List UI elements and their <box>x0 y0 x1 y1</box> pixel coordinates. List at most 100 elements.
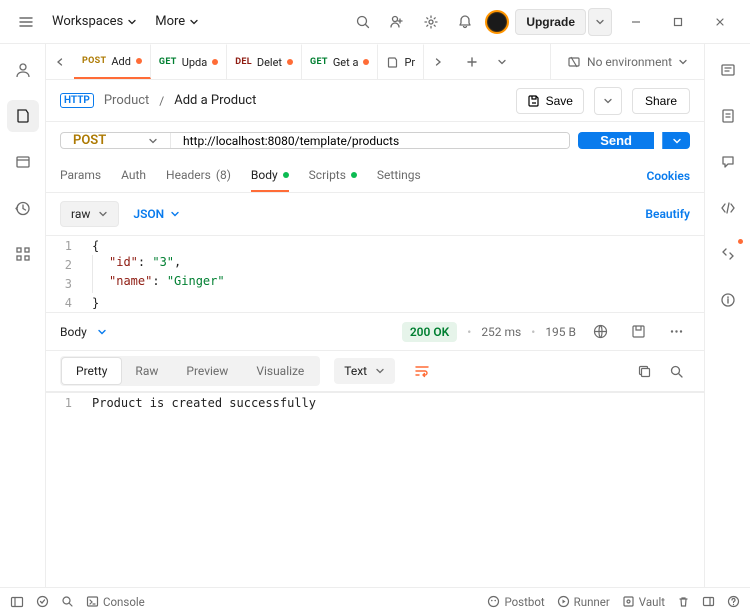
search-response-icon[interactable] <box>662 357 690 385</box>
console-label: Console <box>103 595 145 609</box>
tab-options[interactable] <box>488 48 516 76</box>
sb-layout-icon[interactable] <box>702 595 715 608</box>
related-icon[interactable] <box>712 238 744 270</box>
collections-icon[interactable] <box>7 100 39 132</box>
cookies-link[interactable]: Cookies <box>646 169 690 183</box>
env-quicklook-icon[interactable] <box>712 54 744 86</box>
apps-icon[interactable] <box>7 238 39 270</box>
send-dropdown[interactable] <box>662 132 690 149</box>
info-icon[interactable] <box>712 284 744 316</box>
upgrade-dropdown[interactable] <box>588 8 612 36</box>
copy-response-icon[interactable] <box>630 357 658 385</box>
tab-auth[interactable]: Auth <box>121 159 146 192</box>
raw-label: raw <box>71 207 90 221</box>
tab-update[interactable]: GET Upda <box>151 44 227 79</box>
view-raw[interactable]: Raw <box>121 358 172 384</box>
search-icon[interactable] <box>349 8 377 36</box>
more-menu[interactable]: More <box>149 10 205 33</box>
url-input[interactable] <box>171 133 569 148</box>
save-button[interactable]: Save <box>516 88 584 114</box>
beautify-link[interactable]: Beautify <box>645 207 690 221</box>
view-preview[interactable]: Preview <box>172 358 242 384</box>
request-body-editor[interactable]: 1{ 2"id": "3", 3"name": "Ginger" 4} <box>46 235 704 312</box>
window-close[interactable] <box>702 8 738 36</box>
dirty-indicator <box>212 59 218 65</box>
tabs-scroll-right[interactable] <box>424 44 452 79</box>
save-label: Save <box>546 94 573 108</box>
save-response-icon[interactable] <box>624 318 652 346</box>
sb-trash-icon[interactable] <box>677 595 690 608</box>
sb-runner[interactable]: Runner <box>557 595 610 609</box>
avatar[interactable] <box>485 10 509 34</box>
documentation-icon[interactable] <box>712 100 744 132</box>
tab-headers[interactable]: Headers (8) <box>166 159 231 192</box>
headers-label: Headers <box>166 168 211 182</box>
request-url-row: POST Send <box>46 122 704 159</box>
response-type-selector[interactable]: Text <box>334 358 395 384</box>
invite-icon[interactable] <box>383 8 411 36</box>
breadcrumb-parent[interactable]: Product <box>104 93 149 108</box>
chevron-down-icon[interactable] <box>97 327 107 337</box>
wrap-lines-icon[interactable] <box>407 356 437 386</box>
method-selector[interactable]: POST <box>61 133 171 148</box>
sb-find-icon[interactable] <box>61 595 74 608</box>
view-pretty[interactable]: Pretty <box>62 358 121 384</box>
sb-postbot[interactable]: Postbot <box>487 595 544 609</box>
tab-get-all[interactable]: GET Get a <box>302 44 378 79</box>
save-icon <box>527 94 541 108</box>
notifications-icon[interactable] <box>451 8 479 36</box>
settings-icon[interactable] <box>417 8 445 36</box>
response-body-viewer[interactable]: 1Product is created successfully <box>46 392 704 587</box>
sb-console[interactable]: Console <box>86 595 145 609</box>
history-icon[interactable] <box>7 192 39 224</box>
network-icon[interactable] <box>586 318 614 346</box>
tab-method: DEL <box>235 57 252 67</box>
profile-icon[interactable] <box>7 54 39 86</box>
response-size: 195 B <box>545 325 576 339</box>
new-tab-button[interactable] <box>458 48 486 76</box>
sb-sync-icon[interactable] <box>36 595 49 608</box>
chevron-down-icon <box>127 17 137 27</box>
send-button[interactable]: Send <box>578 132 654 149</box>
tab-add-product[interactable]: POST Add <box>74 44 151 79</box>
code-icon[interactable] <box>712 192 744 224</box>
hamburger-icon[interactable] <box>12 8 40 36</box>
right-sidebar <box>704 44 750 587</box>
window-maximize[interactable] <box>660 8 696 36</box>
response-view-tabs: Pretty Raw Preview Visualize Text <box>46 350 704 392</box>
tab-label: Delet <box>257 56 282 69</box>
sb-help-icon[interactable] <box>727 595 740 608</box>
upgrade-button[interactable]: Upgrade <box>515 9 586 35</box>
body-type-selector[interactable]: raw <box>60 201 119 227</box>
comments-icon[interactable] <box>712 146 744 178</box>
workspaces-menu[interactable]: Workspaces <box>46 10 143 33</box>
environment-selector[interactable]: No environment <box>561 51 694 73</box>
chevron-down-icon <box>603 96 613 106</box>
window-minimize[interactable] <box>618 8 654 36</box>
tab-method: GET <box>159 57 177 67</box>
tab-settings[interactable]: Settings <box>377 159 421 192</box>
tabs-scroll-left[interactable] <box>46 44 74 79</box>
vault-label: Vault <box>639 595 665 609</box>
view-visualize[interactable]: Visualize <box>242 358 318 384</box>
tab-params[interactable]: Params <box>60 159 101 192</box>
save-dropdown[interactable] <box>594 87 622 115</box>
body-format-selector[interactable]: JSON <box>133 207 180 221</box>
response-tab-label[interactable]: Body <box>60 325 87 339</box>
tab-body[interactable]: Body <box>251 159 289 192</box>
tab-label: Upda <box>182 56 208 69</box>
tab-collection[interactable]: Pr <box>378 44 424 79</box>
tab-delete[interactable]: DEL Delet <box>227 44 302 79</box>
scripts-label: Scripts <box>309 168 346 182</box>
postbot-icon <box>487 595 500 608</box>
method-label: POST <box>73 133 106 148</box>
sb-vault[interactable]: Vault <box>622 595 665 609</box>
sb-panel-icon[interactable] <box>10 595 24 609</box>
response-header: Body 200 OK • 252 ms • 195 B <box>46 312 704 350</box>
body-options: raw JSON Beautify <box>46 193 704 235</box>
tab-scripts[interactable]: Scripts <box>309 159 357 192</box>
environments-icon[interactable] <box>7 146 39 178</box>
more-actions-icon[interactable] <box>662 318 690 346</box>
share-button[interactable]: Share <box>632 88 690 114</box>
scripts-indicator <box>351 172 357 178</box>
